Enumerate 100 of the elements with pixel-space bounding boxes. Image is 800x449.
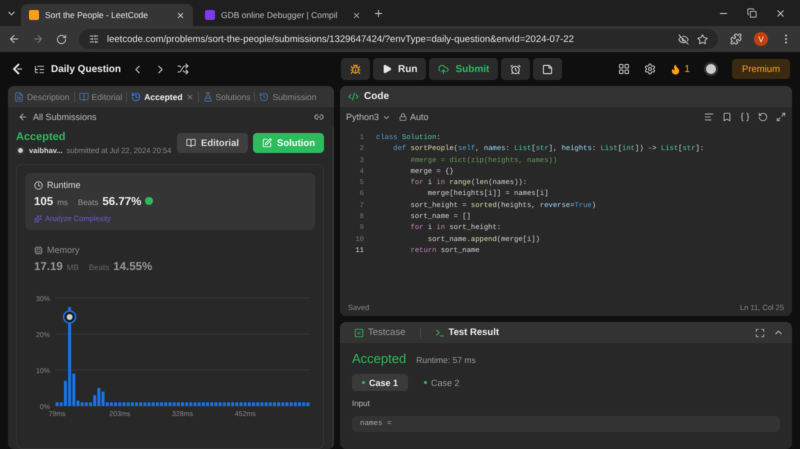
- panel-title: Code: [364, 91, 389, 102]
- browser-tab[interactable]: Sort the People - LeetCode: [21, 4, 193, 26]
- beats-icon: [145, 197, 154, 205]
- stat-title: Memory: [47, 245, 80, 255]
- run-button[interactable]: Run: [373, 58, 426, 80]
- panel-tab[interactable]: Testcase: [348, 326, 412, 339]
- close-button[interactable]: [775, 8, 786, 18]
- alarm-clock-icon: [510, 64, 522, 74]
- link-icon[interactable]: [314, 112, 324, 122]
- browser-tab[interactable]: GDB online Debugger | Compil: [197, 4, 369, 26]
- expand-icon[interactable]: [776, 112, 786, 122]
- stat-value: 17.19: [34, 261, 63, 273]
- braces-icon[interactable]: [740, 112, 750, 122]
- user-avatar[interactable]: [704, 62, 718, 76]
- premium-button[interactable]: Premium: [732, 59, 790, 79]
- submission-status: Accepted: [16, 131, 67, 143]
- forward-arrow-icon: [32, 33, 44, 45]
- reload-icon: [56, 34, 67, 44]
- submit-button[interactable]: Submit: [429, 58, 498, 80]
- pen-icon: [262, 138, 272, 148]
- flame-icon: [670, 64, 682, 74]
- chip-icon: [34, 246, 43, 254]
- layout-button[interactable]: [618, 63, 630, 75]
- user-avatar: [16, 146, 25, 155]
- timer-button[interactable]: [501, 58, 530, 80]
- bookmark-icon[interactable]: [722, 112, 732, 122]
- book-icon: [186, 138, 196, 148]
- close-icon[interactable]: [352, 10, 361, 20]
- restore-button[interactable]: [747, 8, 757, 18]
- beats-percent: 14.55%: [113, 261, 152, 273]
- beats-label: Beats: [78, 198, 98, 207]
- input-label: Input: [352, 399, 371, 408]
- stat-title: Runtime: [47, 180, 81, 190]
- panel-tab[interactable]: Solutions: [200, 92, 254, 102]
- forward-button[interactable]: [32, 33, 44, 45]
- extensions-button[interactable]: [730, 33, 742, 45]
- puzzle-icon: [730, 33, 742, 45]
- lock-icon: [399, 113, 408, 121]
- result-status: Accepted: [352, 351, 406, 366]
- format-icon[interactable]: [704, 112, 714, 122]
- settings-icon: [644, 63, 656, 75]
- code-icon: [348, 91, 359, 102]
- settings-button[interactable]: [644, 63, 656, 75]
- auto-mode-toggle[interactable]: Auto: [399, 112, 429, 122]
- back-button[interactable]: [8, 33, 20, 45]
- reload-button[interactable]: [56, 34, 67, 44]
- site-settings-icon[interactable]: [89, 34, 99, 44]
- case-tab[interactable]: Case 2: [414, 374, 470, 391]
- panel-tab[interactable]: Submission: [256, 92, 320, 102]
- debug-button[interactable]: [341, 58, 370, 80]
- plus-icon: [373, 8, 384, 18]
- note-icon: [542, 64, 554, 74]
- reset-icon[interactable]: [758, 112, 768, 122]
- stat-value: 105: [34, 196, 54, 208]
- stat-unit: MB: [66, 263, 79, 272]
- fullscreen-icon[interactable]: [755, 328, 765, 338]
- beats-percent: 56.77%: [102, 196, 142, 208]
- close-icon: [775, 8, 786, 18]
- panel-tab[interactable]: Description: [11, 92, 73, 102]
- result-runtime: Runtime: 57 ms: [416, 355, 476, 365]
- back-link[interactable]: All Submissions: [33, 112, 97, 122]
- site-icon: [205, 10, 215, 20]
- document-icon: [14, 92, 24, 102]
- stat-card[interactable]: Memory 17.19 MB Beats 14.55%: [25, 238, 315, 280]
- back-arrow-icon: [8, 33, 20, 45]
- eye-off-icon[interactable]: [678, 34, 689, 44]
- checkbox-icon: [354, 328, 364, 338]
- address-bar[interactable]: leetcode.com/problems/sort-the-people/submissions/1329647424/?envType=daily-question&envId=2024-07-22: [79, 29, 718, 49]
- back-arrow-icon[interactable]: [18, 112, 28, 122]
- site-icon: [29, 10, 39, 20]
- language-select[interactable]: Python3: [346, 112, 392, 122]
- profile-avatar[interactable]: V: [754, 32, 768, 46]
- beats-label: Beats: [88, 263, 110, 272]
- play-icon: [382, 64, 392, 74]
- panel-tab[interactable]: Editorial: [76, 92, 126, 102]
- new-tab-button[interactable]: [373, 8, 384, 18]
- shuffle-icon: [177, 63, 190, 75]
- sparkle-icon: [34, 214, 42, 222]
- bookmark-star-icon[interactable]: [697, 34, 708, 44]
- logo-icon[interactable]: [10, 62, 24, 76]
- terminal-icon: [434, 328, 444, 338]
- shuffle-button[interactable]: [177, 63, 190, 75]
- streak-counter[interactable]: 1: [670, 64, 690, 74]
- grid-icon: [618, 63, 630, 75]
- panel-tab[interactable]: Test Result: [428, 326, 506, 339]
- panel-tab[interactable]: Accepted: [128, 92, 197, 102]
- avatar-marker: [62, 310, 76, 324]
- clock-icon: [34, 180, 43, 190]
- list-icon: [34, 64, 45, 74]
- book-icon: [78, 92, 89, 102]
- restore-icon: [747, 8, 757, 18]
- problem-list-button[interactable]: Daily Question: [34, 64, 122, 74]
- bug-icon: [350, 64, 362, 74]
- history-icon: [259, 92, 270, 102]
- history-icon: [131, 92, 142, 102]
- editorial-button[interactable]: Editorial: [176, 133, 248, 153]
- cloud-upload-icon: [438, 64, 450, 74]
- case-tab[interactable]: Case 1: [352, 374, 408, 391]
- stat-unit: ms: [57, 198, 68, 207]
- notes-button[interactable]: [533, 58, 562, 80]
